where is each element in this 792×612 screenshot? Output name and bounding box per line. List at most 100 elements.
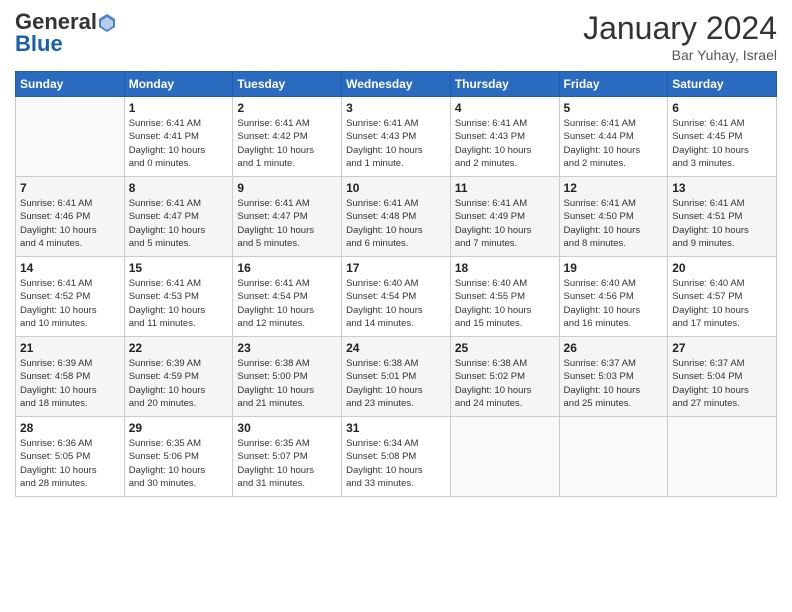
day-number: 19 (564, 261, 664, 275)
table-row (16, 97, 125, 177)
day-number: 24 (346, 341, 446, 355)
day-number: 26 (564, 341, 664, 355)
day-info: Sunrise: 6:41 AMSunset: 4:41 PMDaylight:… (129, 117, 229, 170)
col-wednesday: Wednesday (342, 72, 451, 97)
table-row: 16 Sunrise: 6:41 AMSunset: 4:54 PMDayligh… (233, 257, 342, 337)
header: General Blue January 2024 Bar Yuhay, Isr… (15, 10, 777, 63)
logo-icon (98, 13, 116, 33)
day-number: 20 (672, 261, 772, 275)
day-number: 7 (20, 181, 120, 195)
day-info: Sunrise: 6:41 AMSunset: 4:51 PMDaylight:… (672, 197, 772, 250)
table-row: 21 Sunrise: 6:39 AMSunset: 4:58 PMDayligh… (16, 337, 125, 417)
table-row: 19 Sunrise: 6:40 AMSunset: 4:56 PMDayligh… (559, 257, 668, 337)
table-row: 23 Sunrise: 6:38 AMSunset: 5:00 PMDayligh… (233, 337, 342, 417)
day-info: Sunrise: 6:41 AMSunset: 4:45 PMDaylight:… (672, 117, 772, 170)
day-number: 21 (20, 341, 120, 355)
table-row: 30 Sunrise: 6:35 AMSunset: 5:07 PMDayligh… (233, 417, 342, 497)
day-number: 22 (129, 341, 229, 355)
day-number: 15 (129, 261, 229, 275)
table-row: 9 Sunrise: 6:41 AMSunset: 4:47 PMDaylight… (233, 177, 342, 257)
day-number: 16 (237, 261, 337, 275)
calendar-table: Sunday Monday Tuesday Wednesday Thursday… (15, 71, 777, 497)
table-row (450, 417, 559, 497)
table-row: 14Sunrise: 6:41 AMSunset: 4:52 PMDayligh… (16, 257, 125, 337)
table-row: 5 Sunrise: 6:41 AMSunset: 4:44 PMDaylight… (559, 97, 668, 177)
table-row: 1 Sunrise: 6:41 AMSunset: 4:41 PMDaylight… (124, 97, 233, 177)
day-info: Sunrise: 6:38 AMSunset: 5:00 PMDaylight:… (237, 357, 337, 410)
day-number: 23 (237, 341, 337, 355)
day-info: Sunrise: 6:40 AMSunset: 4:55 PMDaylight:… (455, 277, 555, 330)
table-row: 28 Sunrise: 6:36 AMSunset: 5:05 PMDayligh… (16, 417, 125, 497)
day-info: Sunrise: 6:34 AMSunset: 5:08 PMDaylight:… (346, 437, 446, 490)
day-info: Sunrise: 6:37 AMSunset: 5:04 PMDaylight:… (672, 357, 772, 410)
col-tuesday: Tuesday (233, 72, 342, 97)
day-number: 1 (129, 101, 229, 115)
table-row: 18 Sunrise: 6:40 AMSunset: 4:55 PMDayligh… (450, 257, 559, 337)
day-number: 8 (129, 181, 229, 195)
calendar-header-row: Sunday Monday Tuesday Wednesday Thursday… (16, 72, 777, 97)
day-info: Sunrise: 6:39 AMSunset: 4:58 PMDaylight:… (20, 357, 120, 410)
day-number: 9 (237, 181, 337, 195)
day-number: 5 (564, 101, 664, 115)
day-number: 31 (346, 421, 446, 435)
table-row: 4Sunrise: 6:41 AMSunset: 4:43 PMDaylight… (450, 97, 559, 177)
day-info: Sunrise: 6:41 AMSunset: 4:54 PMDaylight:… (237, 277, 337, 330)
day-info: Sunrise: 6:41 AMSunset: 4:53 PMDaylight:… (129, 277, 229, 330)
day-info: Sunrise: 6:41 AMSunset: 4:49 PMDaylight:… (455, 197, 555, 250)
calendar-week-row: 7Sunrise: 6:41 AMSunset: 4:46 PMDaylight… (16, 177, 777, 257)
table-row: 17 Sunrise: 6:40 AMSunset: 4:54 PMDayligh… (342, 257, 451, 337)
location: Bar Yuhay, Israel (583, 47, 777, 63)
table-row: 7Sunrise: 6:41 AMSunset: 4:46 PMDaylight… (16, 177, 125, 257)
table-row: 6 Sunrise: 6:41 AMSunset: 4:45 PMDaylight… (668, 97, 777, 177)
table-row: 11 Sunrise: 6:41 AMSunset: 4:49 PMDayligh… (450, 177, 559, 257)
day-number: 4 (455, 101, 555, 115)
day-info: Sunrise: 6:40 AMSunset: 4:56 PMDaylight:… (564, 277, 664, 330)
day-info: Sunrise: 6:41 AMSunset: 4:52 PMDaylight:… (20, 277, 120, 330)
table-row: 20 Sunrise: 6:40 AMSunset: 4:57 PMDayligh… (668, 257, 777, 337)
day-info: Sunrise: 6:40 AMSunset: 4:54 PMDaylight:… (346, 277, 446, 330)
col-sunday: Sunday (16, 72, 125, 97)
day-number: 18 (455, 261, 555, 275)
day-info: Sunrise: 6:36 AMSunset: 5:05 PMDaylight:… (20, 437, 120, 490)
col-thursday: Thursday (450, 72, 559, 97)
day-info: Sunrise: 6:41 AMSunset: 4:47 PMDaylight:… (129, 197, 229, 250)
day-info: Sunrise: 6:41 AMSunset: 4:47 PMDaylight:… (237, 197, 337, 250)
table-row (559, 417, 668, 497)
day-info: Sunrise: 6:41 AMSunset: 4:50 PMDaylight:… (564, 197, 664, 250)
calendar-week-row: 14Sunrise: 6:41 AMSunset: 4:52 PMDayligh… (16, 257, 777, 337)
table-row: 26 Sunrise: 6:37 AMSunset: 5:03 PMDayligh… (559, 337, 668, 417)
day-info: Sunrise: 6:40 AMSunset: 4:57 PMDaylight:… (672, 277, 772, 330)
day-info: Sunrise: 6:41 AMSunset: 4:48 PMDaylight:… (346, 197, 446, 250)
day-number: 17 (346, 261, 446, 275)
day-number: 27 (672, 341, 772, 355)
table-row: 13Sunrise: 6:41 AMSunset: 4:51 PMDayligh… (668, 177, 777, 257)
table-row: 31 Sunrise: 6:34 AMSunset: 5:08 PMDayligh… (342, 417, 451, 497)
day-info: Sunrise: 6:38 AMSunset: 5:02 PMDaylight:… (455, 357, 555, 410)
day-number: 12 (564, 181, 664, 195)
day-info: Sunrise: 6:35 AMSunset: 5:07 PMDaylight:… (237, 437, 337, 490)
day-info: Sunrise: 6:38 AMSunset: 5:01 PMDaylight:… (346, 357, 446, 410)
day-info: Sunrise: 6:41 AMSunset: 4:44 PMDaylight:… (564, 117, 664, 170)
table-row: 24 Sunrise: 6:38 AMSunset: 5:01 PMDayligh… (342, 337, 451, 417)
day-info: Sunrise: 6:41 AMSunset: 4:42 PMDaylight:… (237, 117, 337, 170)
day-number: 3 (346, 101, 446, 115)
table-row: 8 Sunrise: 6:41 AMSunset: 4:47 PMDaylight… (124, 177, 233, 257)
day-info: Sunrise: 6:39 AMSunset: 4:59 PMDaylight:… (129, 357, 229, 410)
table-row: 25Sunrise: 6:38 AMSunset: 5:02 PMDayligh… (450, 337, 559, 417)
day-number: 11 (455, 181, 555, 195)
table-row: 15 Sunrise: 6:41 AMSunset: 4:53 PMDayligh… (124, 257, 233, 337)
month-title: January 2024 (583, 10, 777, 47)
logo-blue-text: Blue (15, 31, 63, 56)
logo: General Blue (15, 10, 117, 56)
day-info: Sunrise: 6:37 AMSunset: 5:03 PMDaylight:… (564, 357, 664, 410)
calendar-week-row: 21 Sunrise: 6:39 AMSunset: 4:58 PMDayligh… (16, 337, 777, 417)
day-number: 6 (672, 101, 772, 115)
day-number: 10 (346, 181, 446, 195)
col-friday: Friday (559, 72, 668, 97)
table-row (668, 417, 777, 497)
day-number: 2 (237, 101, 337, 115)
day-number: 28 (20, 421, 120, 435)
table-row: 12 Sunrise: 6:41 AMSunset: 4:50 PMDayligh… (559, 177, 668, 257)
table-row: 2 Sunrise: 6:41 AMSunset: 4:42 PMDaylight… (233, 97, 342, 177)
day-number: 30 (237, 421, 337, 435)
